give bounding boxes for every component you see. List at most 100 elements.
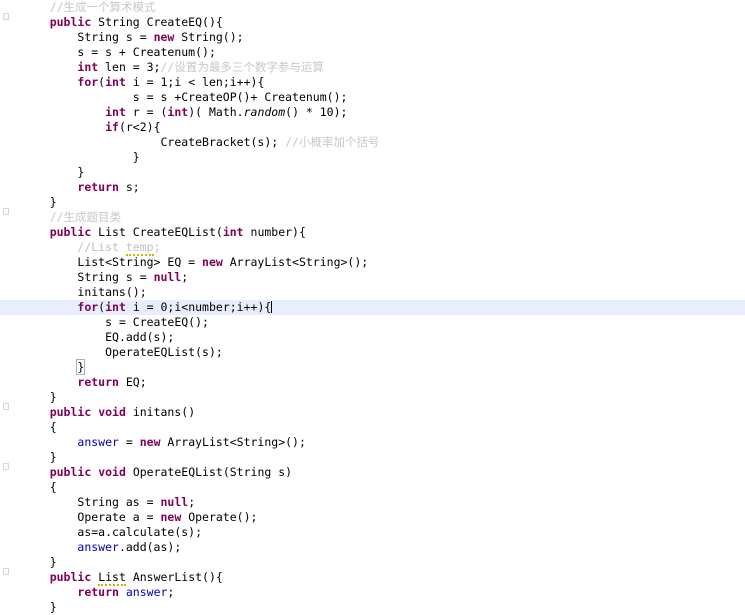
code-editor[interactable]: //生成一个算术模式 public String CreateEQ(){ Str… <box>0 0 745 615</box>
code-token: String as = <box>77 495 161 509</box>
code-token: random <box>243 105 286 119</box>
code-token: null <box>153 270 182 284</box>
code-line[interactable]: Operate a = new Operate(); <box>0 510 745 525</box>
code-token: as=a.calculate(s); <box>77 525 203 539</box>
code-line[interactable]: { <box>0 420 745 435</box>
code-token: ArrayList<String>(); <box>160 435 306 449</box>
code-line[interactable]: } <box>0 450 745 465</box>
code-line[interactable]: s = s + Createnum(); <box>0 45 745 60</box>
code-line[interactable]: return EQ; <box>0 375 745 390</box>
code-line[interactable]: public void OperateEQList(String s) <box>0 465 745 480</box>
code-token: i = 1;i < len;i++){ <box>125 75 265 89</box>
code-line[interactable]: int len = 3;//设置为最多三个数字参与运算 <box>0 60 745 75</box>
code-text-area[interactable]: //生成一个算术模式 public String CreateEQ(){ Str… <box>0 0 745 615</box>
code-token: answer <box>77 435 119 449</box>
code-token: String s = <box>77 30 154 44</box>
code-line[interactable]: String s = null; <box>0 270 745 285</box>
code-line[interactable]: List<String> EQ = new ArrayList<String>(… <box>0 255 745 270</box>
code-token: return <box>77 375 119 389</box>
code-line[interactable]: } <box>0 359 745 375</box>
code-token: OperateEQList(String s) <box>125 465 293 479</box>
code-line[interactable]: } <box>0 165 745 180</box>
code-token: } <box>49 600 57 614</box>
code-token: len = 3; <box>98 60 161 74</box>
code-token: } <box>49 450 57 464</box>
code-line[interactable]: } <box>0 600 745 615</box>
code-token: public <box>49 570 92 584</box>
code-token: List CreateEQList( <box>91 225 223 239</box>
code-line[interactable]: } <box>0 390 745 405</box>
code-token: //小概率加个括号 <box>285 135 380 149</box>
code-line[interactable]: String as = null; <box>0 495 745 510</box>
code-line[interactable]: } <box>0 555 745 570</box>
code-line[interactable]: public void initans() <box>0 405 745 420</box>
code-line[interactable]: public List CreateEQList(int number){ <box>0 225 745 240</box>
code-line[interactable]: answer = new ArrayList<String>(); <box>0 435 745 450</box>
code-line[interactable]: //生成题目类 <box>0 210 745 225</box>
code-line[interactable]: public List AnswerList(){ <box>0 570 745 586</box>
code-token: int <box>77 60 99 74</box>
code-line[interactable]: } <box>0 195 745 210</box>
code-line[interactable]: for(int i = 1;i < len;i++){ <box>0 75 745 90</box>
code-token: i = 0;i<number;i++){ <box>125 300 272 314</box>
code-line[interactable]: if(r<2){ <box>0 120 745 135</box>
code-token: for <box>77 75 99 89</box>
code-line[interactable]: OperateEQList(s); <box>0 345 745 360</box>
code-line[interactable]: //生成一个算术模式 <box>0 0 745 15</box>
code-line[interactable]: int r = (int)( Math.random() * 10); <box>0 105 745 120</box>
code-token: { <box>49 420 57 434</box>
code-line[interactable]: return s; <box>0 180 745 195</box>
code-token: { <box>49 480 57 494</box>
code-token: EQ; <box>118 375 147 389</box>
code-line[interactable]: EQ.add(s); <box>0 330 745 345</box>
code-line[interactable]: as=a.calculate(s); <box>0 525 745 540</box>
code-token: } <box>49 390 57 404</box>
code-token: for <box>77 300 99 314</box>
code-line[interactable]: s = s +CreateOP()+ Createnum(); <box>0 90 745 105</box>
code-line[interactable]: CreateBracket(s); //小概率加个括号 <box>0 135 745 150</box>
code-line[interactable]: //List temp; <box>0 240 745 256</box>
code-line[interactable]: answer.add(as); <box>0 540 745 555</box>
code-line[interactable]: public String CreateEQ(){ <box>0 15 745 30</box>
code-line[interactable]: { <box>0 480 745 495</box>
code-token: temp <box>125 240 154 256</box>
code-token: .add(as); <box>118 540 182 554</box>
code-token: } <box>76 359 86 375</box>
code-line[interactable]: } <box>0 150 745 165</box>
code-token: int <box>167 105 189 119</box>
code-token: void <box>98 405 126 419</box>
code-token: return <box>77 585 119 599</box>
code-token: return <box>77 180 119 194</box>
code-token: s; <box>118 180 140 194</box>
code-line[interactable]: s = CreateEQ(); <box>0 315 745 330</box>
code-token: new <box>160 510 182 524</box>
code-token: () * 10); <box>285 105 348 119</box>
code-token: s = s + Createnum(); <box>77 45 216 59</box>
code-token: ; <box>153 240 161 254</box>
code-token: new <box>202 255 223 269</box>
code-token: } <box>132 150 140 164</box>
code-token: List<String> EQ = <box>77 255 203 269</box>
code-line[interactable]: String s = new String(); <box>0 30 745 45</box>
code-token: OperateEQList(s); <box>105 345 223 359</box>
code-line-current[interactable]: for(int i = 0;i<number;i++){ <box>0 300 745 315</box>
code-line[interactable]: initans(); <box>0 285 745 300</box>
text-caret <box>271 301 273 313</box>
code-token: if <box>105 120 119 134</box>
code-token: s = CreateEQ(); <box>105 315 209 329</box>
code-line[interactable]: return answer; <box>0 585 745 600</box>
